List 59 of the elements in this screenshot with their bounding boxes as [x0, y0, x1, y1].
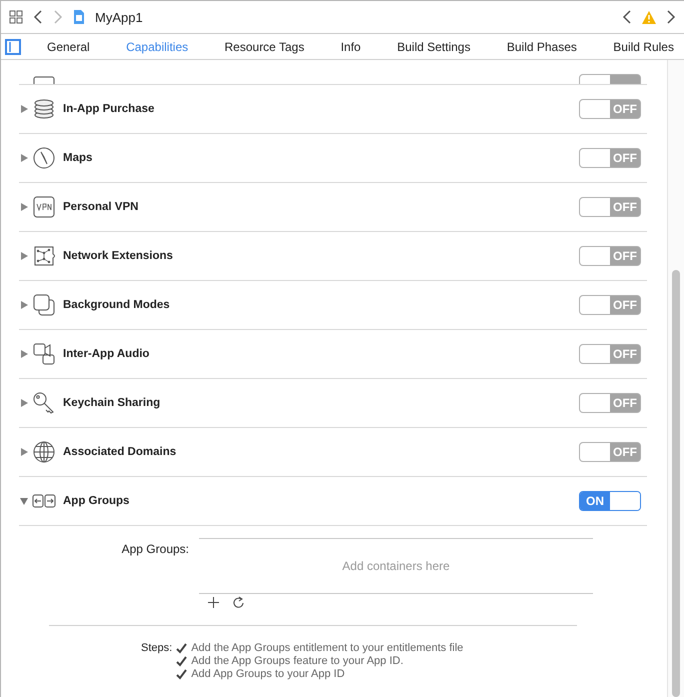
expand-triangle-icon[interactable] — [19, 447, 29, 457]
expand-triangle-icon[interactable] — [19, 202, 29, 212]
tab[interactable]: Build Rules — [613, 40, 674, 54]
toggle-switch[interactable]: OFF — [579, 99, 641, 119]
expand-triangle-icon[interactable] — [19, 398, 29, 408]
toggle-switch[interactable]: ON — [579, 491, 641, 511]
tab[interactable]: Info — [340, 40, 361, 54]
field-label: App Groups: — [120, 541, 189, 558]
expand-triangle-icon[interactable] — [19, 349, 29, 359]
tab[interactable]: Build Settings — [397, 40, 470, 54]
capability-name: Inter-App Audio — [63, 348, 150, 360]
back-icon[interactable] — [33, 10, 43, 24]
capability-name: In-App Purchase — [63, 103, 156, 115]
containers-list[interactable]: Add containers here — [199, 538, 593, 594]
step-text: Add App Groups to your App ID — [191, 668, 345, 681]
add-icon[interactable] — [207, 596, 220, 609]
capability-name: Keychain Sharing — [63, 397, 162, 409]
capability-icon — [32, 244, 56, 268]
scrollbar-thumb[interactable] — [672, 270, 680, 697]
capability-name: Personal VPN — [63, 201, 140, 213]
capability-icon — [32, 342, 56, 366]
toggle-switch[interactable]: OFF — [579, 197, 641, 217]
tab[interactable]: Capabilities — [126, 40, 188, 54]
forward-icon[interactable] — [666, 10, 676, 24]
toggle-switch[interactable]: OFF — [579, 442, 641, 462]
toggle-switch[interactable]: OFF — [579, 246, 641, 266]
capability-name: Background Modes — [63, 299, 171, 311]
collapse-triangle-icon[interactable] — [19, 496, 29, 506]
back-icon[interactable] — [622, 10, 632, 24]
toggle-switch[interactable]: OFF — [579, 344, 641, 364]
expand-triangle-icon[interactable] — [19, 104, 29, 114]
expand-triangle-icon[interactable] — [19, 251, 29, 261]
refresh-icon[interactable] — [232, 596, 245, 609]
capability-name: Maps — [63, 152, 94, 164]
capability-icon — [32, 195, 56, 219]
expand-triangle-icon[interactable] — [19, 300, 29, 310]
capability-icon — [32, 97, 56, 121]
tab[interactable]: Build Phases — [506, 40, 577, 54]
tab[interactable]: General — [47, 40, 90, 54]
project-title[interactable]: MyApp1 — [95, 10, 143, 24]
toggle-switch[interactable]: OFF — [579, 393, 641, 413]
capability-name: Associated Domains — [63, 446, 178, 458]
capability-icon — [32, 440, 56, 464]
tab[interactable]: Resource Tags — [224, 40, 304, 54]
capability-icon — [32, 391, 56, 415]
step-text: Add the App Groups entitlement to your entitlements file — [191, 642, 464, 655]
steps-label: Steps: — [141, 642, 172, 656]
warning-icon[interactable] — [642, 10, 656, 24]
grid-icon[interactable] — [9, 10, 23, 24]
expand-triangle-icon[interactable] — [19, 153, 29, 163]
toggle-switch[interactable]: OFF — [579, 295, 641, 315]
capability-icon — [32, 293, 56, 317]
capability-name: App Groups — [63, 495, 130, 507]
sidebar-toggle-icon[interactable] — [5, 38, 21, 54]
toggle-switch[interactable]: OFF — [579, 148, 641, 168]
step-text: Add the App Groups feature to your App ID. — [191, 655, 404, 668]
capability-name: Network Extensions — [63, 250, 174, 262]
capability-icon — [32, 146, 56, 170]
project-file-icon — [73, 9, 85, 25]
